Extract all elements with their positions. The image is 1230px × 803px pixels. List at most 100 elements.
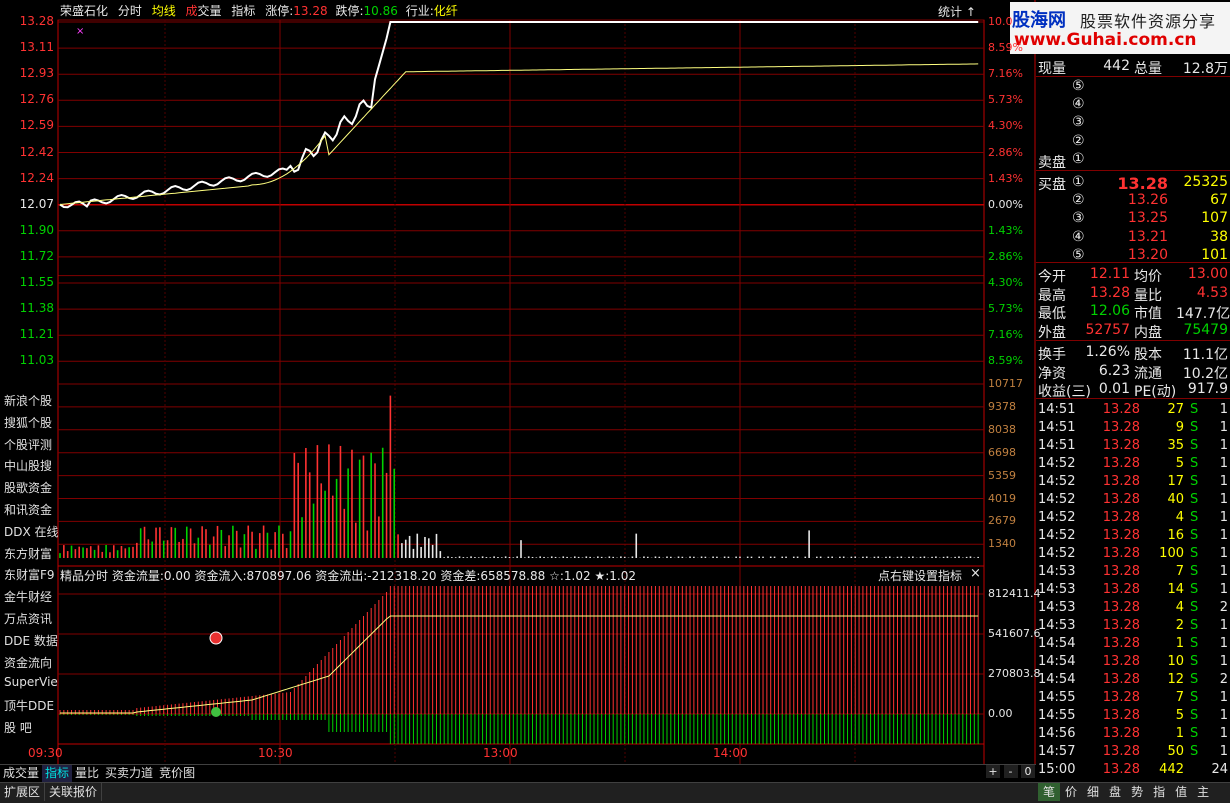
side-link-item[interactable]: 搜狐个股 — [4, 414, 52, 431]
tick-row[interactable]: 14:53 13.28 2 S 1 — [1036, 618, 1228, 636]
chart-canvas[interactable]: × — [0, 0, 1036, 764]
side-link-item[interactable]: 中山股搜 — [4, 457, 52, 474]
status-right-tab[interactable]: 指 — [1148, 783, 1170, 801]
tick-row[interactable]: 15:00 13.28 442 24 — [1036, 762, 1228, 780]
pct-axis-label: 7.16% — [988, 67, 1023, 81]
price-axis-label: 13.11 — [19, 40, 54, 55]
tick-row[interactable]: 14:53 13.28 4 S 2 — [1036, 600, 1228, 618]
side-link-item[interactable]: 新浪个股 — [4, 392, 52, 409]
tick-volume: 12 — [1167, 672, 1184, 687]
status-right-tab[interactable]: 主 — [1192, 783, 1214, 801]
side-link-item[interactable]: 东方财富 — [4, 545, 52, 562]
indicator-star1: ☆:1.02 — [549, 569, 591, 583]
tick-row[interactable]: 14:51 13.28 9 S 1 — [1036, 420, 1228, 438]
signal-icon — [211, 707, 221, 717]
side-link-item[interactable]: SuperVie — [4, 675, 58, 689]
tick-count: 1 — [1219, 708, 1228, 723]
status-right-tab[interactable]: 盘 — [1104, 783, 1126, 801]
indicator-settings-hint[interactable]: 点右键设置指标 — [878, 567, 962, 584]
bottom-tab[interactable]: 竞价图 — [156, 765, 198, 782]
tick-volume: 4 — [1175, 510, 1184, 525]
side-link-item[interactable]: 金牛财经 — [4, 588, 52, 605]
tab-zhibiao[interactable]: 指标 — [231, 4, 255, 18]
side-link-item[interactable]: 和讯资金 — [4, 501, 52, 518]
side-link-item[interactable]: 股歌资金 — [4, 479, 52, 496]
hangye-label: 行业: — [405, 4, 434, 18]
zoom-out-button[interactable]: - — [1003, 765, 1018, 778]
tick-price: 13.28 — [1102, 402, 1140, 417]
side-link-item[interactable]: DDE 数据 — [4, 632, 58, 649]
stat-label: 流通 — [1134, 365, 1162, 382]
tick-row[interactable]: 14:55 13.28 7 S 1 — [1036, 690, 1228, 708]
buy-level-price: 13.26 — [1127, 192, 1168, 209]
tick-row[interactable]: 14:53 13.28 7 S 1 — [1036, 564, 1228, 582]
stat-value: 13.00 — [1187, 266, 1228, 282]
tick-count: 24 — [1211, 762, 1228, 777]
tick-row[interactable]: 14:52 13.28 5 S 1 — [1036, 456, 1228, 474]
logo-url: www.Guhai.com.cn — [1014, 30, 1197, 50]
tick-row[interactable]: 14:52 13.28 4 S 1 — [1036, 510, 1228, 528]
stat-value: 13.28 — [1089, 284, 1130, 301]
status-left-item[interactable]: 扩展区 — [0, 783, 46, 801]
buy-level-index: ② — [1072, 192, 1085, 209]
tick-side: S — [1190, 726, 1199, 741]
tick-row[interactable]: 14:55 13.28 5 S 1 — [1036, 708, 1228, 726]
tick-row[interactable]: 14:52 13.28 16 S 1 — [1036, 528, 1228, 546]
indicator-close-icon[interactable]: × — [970, 566, 981, 581]
stock-name[interactable]: 荣盛石化 — [60, 4, 108, 18]
side-link-item[interactable]: 个股评测 — [4, 436, 52, 453]
pct-axis-label: 4.30% — [988, 119, 1023, 133]
bottom-tab[interactable]: 买卖力道 — [102, 765, 156, 782]
tick-row[interactable]: 14:56 13.28 1 S 1 — [1036, 726, 1228, 744]
status-right-tab[interactable]: 笔 — [1038, 783, 1061, 801]
hangye-value[interactable]: 化纤 — [434, 4, 458, 18]
tick-row[interactable]: 14:54 13.28 10 S 1 — [1036, 654, 1228, 672]
side-link-item[interactable]: 股 吧 — [4, 719, 32, 736]
tick-row[interactable]: 14:54 13.28 12 S 2 — [1036, 672, 1228, 690]
tick-price: 13.28 — [1102, 726, 1140, 741]
tick-row[interactable]: 14:51 13.28 27 S 1 — [1036, 402, 1228, 420]
price-axis-label: 12.07 — [19, 196, 54, 211]
status-right-tab[interactable]: 势 — [1126, 783, 1148, 801]
quote-separator — [1036, 340, 1230, 341]
tick-row[interactable]: 14:52 13.28 100 S 1 — [1036, 546, 1228, 564]
tick-row[interactable]: 14:52 13.28 40 S 1 — [1036, 492, 1228, 510]
tick-side: S — [1190, 708, 1199, 723]
tick-side: S — [1190, 744, 1199, 759]
tongji-button[interactable]: 统计 ↑ — [938, 3, 976, 20]
zoom-reset-button[interactable]: 0 — [1021, 765, 1035, 778]
stat-label: 换手 — [1038, 347, 1066, 363]
pct-axis-label: 4.30% — [988, 276, 1023, 289]
tick-row[interactable]: 14:51 13.28 35 S 1 — [1036, 438, 1228, 456]
tab-junxian[interactable]: 均线 — [152, 4, 176, 18]
side-link-item[interactable]: 资金流向 — [4, 654, 52, 671]
tick-count: 1 — [1219, 420, 1228, 435]
bottom-tab[interactable]: 量比 — [72, 765, 102, 782]
indicator-name[interactable]: 精品分时 — [60, 569, 108, 583]
tick-row[interactable]: 14:57 13.28 50 S 1 — [1036, 744, 1228, 762]
indicator-axis-label: 541607.6 — [988, 627, 1041, 640]
status-right-tab[interactable]: 细 — [1082, 783, 1104, 801]
bottom-tab[interactable]: 指标 — [42, 765, 73, 782]
price-axis-label: 11.21 — [19, 327, 54, 342]
tick-volume: 10 — [1167, 654, 1184, 669]
status-right-tab[interactable]: 值 — [1170, 783, 1192, 801]
status-right-tab[interactable]: 价 — [1060, 783, 1082, 801]
tick-row[interactable]: 14:53 13.28 14 S 1 — [1036, 582, 1228, 600]
bottom-tab[interactable]: 成交量 — [0, 765, 42, 782]
side-link-item[interactable]: 顶牛DDE — [4, 697, 54, 714]
price-axis-label: 12.42 — [19, 144, 54, 159]
side-link-item[interactable]: 东财富F9 — [4, 566, 55, 583]
status-left-item[interactable]: 关联报价 — [45, 783, 103, 801]
pct-axis-label: 2.86% — [988, 249, 1023, 263]
tick-time: 14:51 — [1038, 402, 1076, 417]
side-link-item[interactable]: 万点资讯 — [4, 610, 52, 627]
indicator-axis-label: 270803.8 — [988, 667, 1041, 680]
indicator-inflow: 资金流入:870897.06 — [194, 569, 312, 583]
tick-row[interactable]: 14:54 13.28 1 S 1 — [1036, 636, 1228, 654]
tick-row[interactable]: 14:52 13.28 17 S 1 — [1036, 474, 1228, 492]
tab-chengjiaoliang[interactable]: 成交量 — [186, 4, 222, 18]
zoom-in-button[interactable]: + — [986, 765, 1000, 778]
side-link-item[interactable]: DDX 在线 — [4, 523, 59, 540]
tab-fenshi[interactable]: 分时 — [118, 4, 142, 18]
